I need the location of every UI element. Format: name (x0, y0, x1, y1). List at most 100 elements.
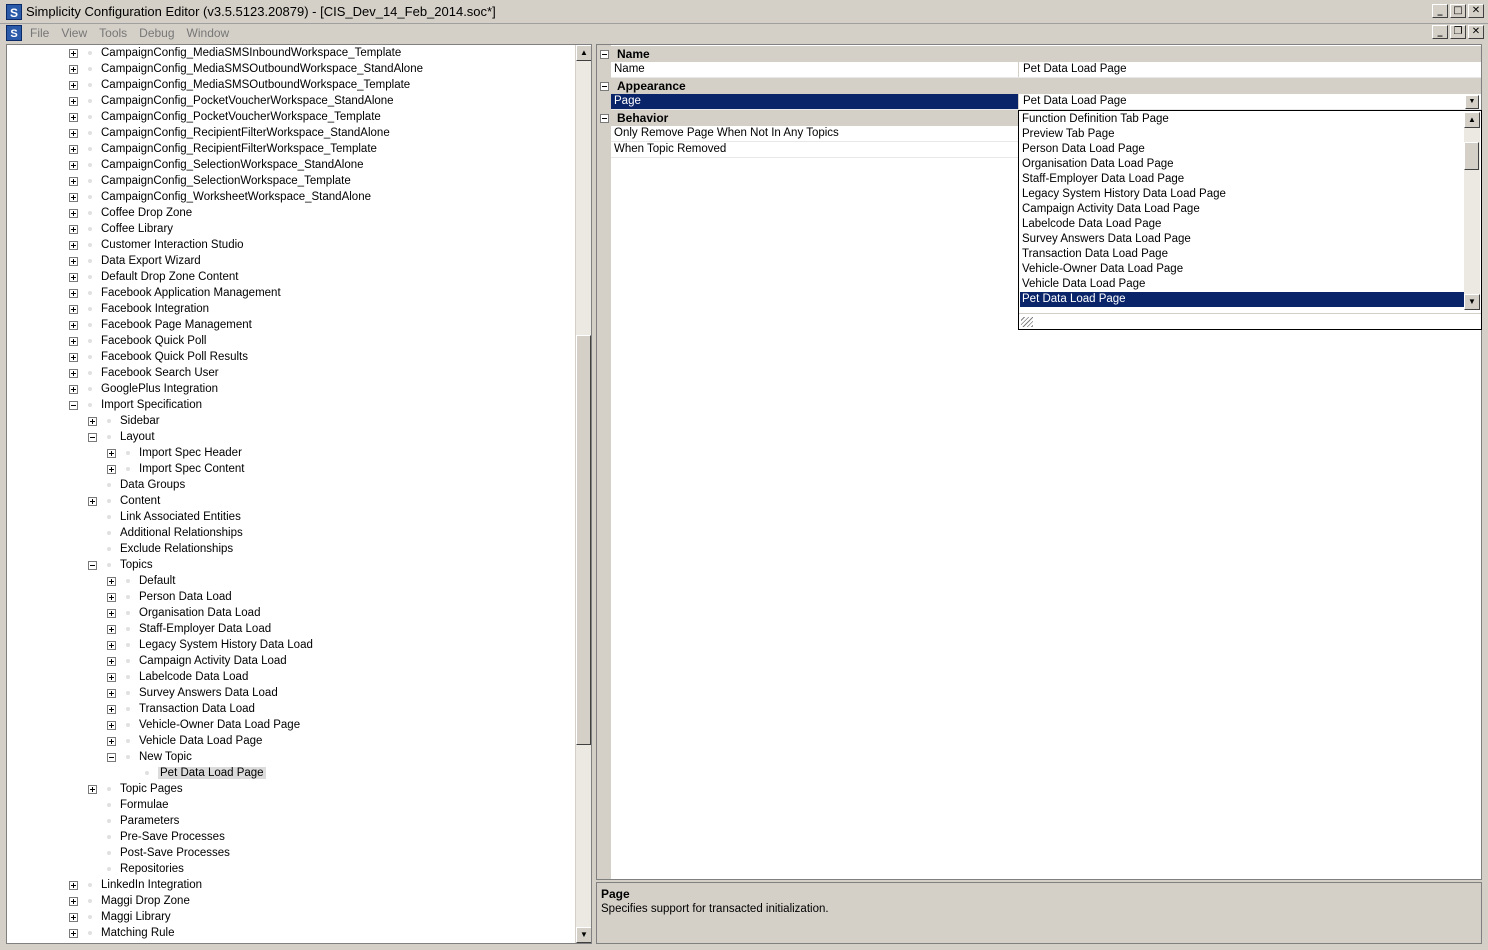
expand-icon[interactable] (88, 496, 97, 506)
expand-icon[interactable] (69, 208, 78, 218)
expand-icon[interactable] (69, 192, 78, 202)
expand-icon[interactable] (69, 64, 78, 74)
dropdown-option[interactable]: Vehicle-Owner Data Load Page (1020, 262, 1464, 277)
dropdown-scrollbar[interactable]: ▲ ▼ (1464, 112, 1480, 310)
tree-item[interactable]: Labelcode Data Load (107, 669, 248, 685)
expand-icon[interactable] (107, 608, 116, 618)
tree-item[interactable]: Exclude Relationships (88, 541, 233, 557)
expand-icon[interactable] (69, 896, 78, 906)
tree-item[interactable]: Matching Rule (69, 925, 175, 941)
expand-icon[interactable] (107, 640, 116, 650)
tree-item[interactable]: Pet Data Load Page (126, 765, 266, 781)
dropdown-option[interactable]: Function Definition Tab Page (1020, 112, 1464, 127)
property-row-name[interactable]: Name Pet Data Load Page (611, 62, 1481, 78)
tree-item[interactable]: Parameters (88, 813, 179, 829)
tree-item[interactable]: Campaign Activity Data Load (107, 653, 287, 669)
tree-item[interactable]: Coffee Drop Zone (69, 205, 192, 221)
tree-item[interactable]: Facebook Application Management (69, 285, 281, 301)
tree-item[interactable]: CampaignConfig_SelectionWorkspace_StandA… (69, 157, 364, 173)
expand-icon[interactable] (107, 592, 116, 602)
collapse-icon[interactable] (69, 400, 78, 410)
resize-grip-icon[interactable] (1021, 317, 1033, 327)
tree-item[interactable]: Layout (88, 429, 155, 445)
expand-icon[interactable] (69, 176, 78, 186)
expand-icon[interactable] (69, 160, 78, 170)
collapse-icon[interactable] (600, 49, 609, 59)
tree-item[interactable]: Vehicle Data Load Page (107, 733, 262, 749)
expand-icon[interactable] (69, 336, 78, 346)
dropdown-option[interactable]: Staff-Employer Data Load Page (1020, 172, 1464, 187)
category-appearance[interactable]: Appearance (597, 78, 1481, 94)
tree-scroll-thumb[interactable] (576, 335, 591, 745)
menu-window[interactable]: Window (187, 26, 230, 40)
tree-item[interactable]: Data Groups (88, 477, 185, 493)
expand-icon[interactable] (69, 912, 78, 922)
tree-item[interactable]: Import Spec Header (107, 445, 242, 461)
resize-grip[interactable] (1019, 313, 1481, 329)
expand-icon[interactable] (69, 288, 78, 298)
menu-view[interactable]: View (61, 26, 87, 40)
expand-icon[interactable] (69, 320, 78, 330)
category-name[interactable]: Name (597, 46, 1481, 62)
expand-icon[interactable] (107, 704, 116, 714)
tree-item[interactable]: Coffee Library (69, 221, 173, 237)
mdi-close-button[interactable]: ✕ (1468, 25, 1484, 39)
menu-file[interactable]: File (30, 26, 49, 40)
dropdown-option[interactable]: Campaign Activity Data Load Page (1020, 202, 1464, 217)
expand-icon[interactable] (107, 624, 116, 634)
tree-item[interactable]: Import Spec Content (107, 461, 244, 477)
collapse-icon[interactable] (107, 752, 116, 762)
expand-icon[interactable] (88, 416, 97, 426)
tree-item[interactable]: Facebook Quick Poll Results (69, 349, 248, 365)
dropdown-option[interactable]: Person Data Load Page (1020, 142, 1464, 157)
expand-icon[interactable] (107, 448, 116, 458)
tree-item[interactable]: Facebook Search User (69, 365, 219, 381)
tree-item[interactable]: CampaignConfig_PocketVoucherWorkspace_Te… (69, 109, 381, 125)
page-dropdown-list[interactable]: Function Definition Tab Page Preview Tab … (1018, 110, 1482, 330)
scroll-down-arrow-icon[interactable]: ▼ (1464, 294, 1480, 310)
tree-item[interactable]: CampaignConfig_PocketVoucherWorkspace_St… (69, 93, 394, 109)
expand-icon[interactable] (69, 368, 78, 378)
dropdown-arrow-icon[interactable]: ▼ (1465, 95, 1479, 109)
dropdown-option[interactable]: Transaction Data Load Page (1020, 247, 1464, 262)
tree-item[interactable]: Default (107, 573, 175, 589)
tree-item[interactable]: Link Associated Entities (88, 509, 241, 525)
tree-item[interactable]: CampaignConfig_SelectionWorkspace_Templa… (69, 173, 351, 189)
tree-item[interactable]: Formulae (88, 797, 169, 813)
dropdown-option[interactable]: Legacy System History Data Load Page (1020, 187, 1464, 202)
tree-item[interactable]: GooglePlus Integration (69, 381, 218, 397)
expand-icon[interactable] (69, 928, 78, 938)
tree-item[interactable]: CampaignConfig_RecipientFilterWorkspace_… (69, 141, 377, 157)
expand-icon[interactable] (107, 736, 116, 746)
expand-icon[interactable] (107, 672, 116, 682)
property-value[interactable]: Pet Data Load Page (1019, 94, 1481, 109)
collapse-icon[interactable] (600, 81, 609, 91)
expand-icon[interactable] (69, 304, 78, 314)
tree-item[interactable]: Maggi Drop Zone (69, 893, 190, 909)
tree-item[interactable]: Repositories (88, 861, 184, 877)
dropdown-option[interactable]: Pet Data Load Page (1020, 292, 1464, 307)
tree-item[interactable]: CampaignConfig_MediaSMSInboundWorkspace_… (69, 45, 401, 61)
tree-item[interactable]: Person Data Load (107, 589, 232, 605)
property-value[interactable]: Pet Data Load Page (1019, 62, 1481, 77)
collapse-icon[interactable] (88, 432, 97, 442)
tree-item[interactable]: Topic Pages (88, 781, 183, 797)
tree-item[interactable]: Post-Save Processes (88, 845, 230, 861)
dropdown-option[interactable]: Preview Tab Page (1020, 127, 1464, 142)
tree-item[interactable]: Facebook Integration (69, 301, 209, 317)
maximize-button[interactable]: □ (1450, 4, 1466, 18)
tree-item[interactable]: CampaignConfig_WorksheetWorkspace_StandA… (69, 189, 371, 205)
menu-tools[interactable]: Tools (99, 26, 127, 40)
collapse-icon[interactable] (600, 113, 609, 123)
expand-icon[interactable] (69, 352, 78, 362)
tree-item[interactable]: Legacy System History Data Load (107, 637, 313, 653)
mdi-minimize-button[interactable]: _ (1432, 25, 1448, 39)
expand-icon[interactable] (69, 880, 78, 890)
expand-icon[interactable] (107, 720, 116, 730)
document-icon[interactable]: S (6, 25, 22, 41)
tree-item[interactable]: Topics (88, 557, 153, 573)
tree-item[interactable]: Facebook Page Management (69, 317, 252, 333)
tree-item[interactable]: Sidebar (88, 413, 160, 429)
tree-item[interactable]: Organisation Data Load (107, 605, 260, 621)
minimize-button[interactable]: _ (1432, 4, 1448, 18)
